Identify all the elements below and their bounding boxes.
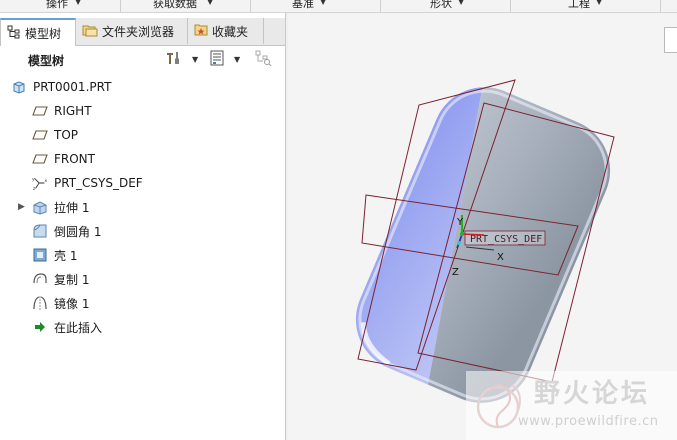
tree-item-label: 倒圆角 1 xyxy=(54,224,102,239)
csys-label: PRT_CSYS_DEF xyxy=(470,234,542,245)
chevron-down-icon: ▼ xyxy=(596,0,603,6)
model-tree-header: 模型树 ▼ ▼ xyxy=(0,46,285,72)
tree-item-mirror[interactable]: 镜像 1 xyxy=(0,291,285,315)
navigator-tabs: 模型树 文件夹浏览器 收藏夹 xyxy=(0,18,285,46)
axis-y-label: Y xyxy=(456,217,464,228)
chevron-down-icon[interactable]: ▼ xyxy=(234,55,240,64)
round-icon xyxy=(32,223,48,239)
copy-icon xyxy=(32,271,48,287)
tree-item-label: RIGHT xyxy=(54,104,92,118)
tree-item-label: 镜像 1 xyxy=(54,296,90,311)
tree-item-right[interactable]: RIGHT xyxy=(0,99,285,123)
chevron-down-icon: ▼ xyxy=(207,0,214,6)
tree-item-round[interactable]: 倒圆角 1 xyxy=(0,219,285,243)
tab-model-tree[interactable]: 模型树 xyxy=(0,18,76,46)
chevron-down-icon: ▼ xyxy=(320,0,327,6)
model-tree-icon xyxy=(7,25,21,42)
view-toolbar-toggle[interactable] xyxy=(664,27,677,53)
tab-favorites[interactable]: 收藏夹 xyxy=(188,18,264,44)
tree-item-extrude[interactable]: ▶ 拉伸 1 xyxy=(0,195,285,219)
ribbon-separator xyxy=(380,0,381,12)
tree-item-label: FRONT xyxy=(54,152,95,166)
ribbon-group-shapes[interactable]: 形状 xyxy=(430,0,452,11)
ribbon-separator xyxy=(510,0,511,12)
ribbon-group-strip: 操作 ▼ 获取数据 ▼ 基准 ▼ 形状 ▼ 工程 ▼ xyxy=(0,0,677,13)
expand-arrow-icon[interactable]: ▶ xyxy=(18,202,28,212)
tab-folder-browser-label: 文件夹浏览器 xyxy=(102,24,175,39)
tree-settings-icon xyxy=(165,50,183,69)
watermark-url: www.proewildfire.cn xyxy=(518,414,659,429)
tree-item-label: 壳 1 xyxy=(54,248,78,263)
tree-item-top[interactable]: TOP xyxy=(0,123,285,147)
tree-item-label: PRT0001.PRT xyxy=(33,80,112,94)
ribbon-separator xyxy=(120,0,121,12)
ribbon-separator xyxy=(660,0,661,12)
axis-x-label: X xyxy=(497,252,504,263)
graphics-window[interactable]: PRT_CSYS_DEF Y X Z 野火论坛 www.proewildfire… xyxy=(288,13,677,440)
model-tree-title: 模型树 xyxy=(28,54,65,68)
model-tree: PRT0001.PRT RIGHT TOP FRONT y x z PRT_CSYS… xyxy=(0,75,285,339)
axis-z-label: Z xyxy=(452,267,459,278)
tree-columns-icon xyxy=(209,50,225,69)
insert-here-arrow-icon xyxy=(32,319,48,335)
favorites-icon xyxy=(194,23,208,40)
chevron-down-icon: ▼ xyxy=(458,0,465,6)
datum-plane-icon xyxy=(32,103,48,119)
tree-filter-button[interactable] xyxy=(252,50,274,68)
ribbon-separator xyxy=(250,0,251,12)
ribbon-group-datum[interactable]: 基准 xyxy=(292,0,314,11)
tab-favorites-label: 收藏夹 xyxy=(212,24,249,39)
tree-item-label: 在此插入 xyxy=(54,320,103,335)
tree-item-label: TOP xyxy=(54,128,79,142)
ribbon-group-engineering[interactable]: 工程 xyxy=(568,0,590,11)
chevron-down-icon[interactable]: ▼ xyxy=(192,55,198,64)
svg-text:z: z xyxy=(33,187,36,191)
coordinate-system-icon: y x z xyxy=(32,175,48,191)
tree-item-shell[interactable]: 壳 1 xyxy=(0,243,285,267)
tree-item-csys[interactable]: y x z PRT_CSYS_DEF xyxy=(0,171,285,195)
shell-icon xyxy=(32,247,48,263)
ribbon-group-operations[interactable]: 操作 xyxy=(46,0,68,11)
watermark-title: 野火论坛 xyxy=(534,379,651,409)
tree-item-label: 复制 1 xyxy=(54,272,90,287)
tab-folder-browser[interactable]: 文件夹浏览器 xyxy=(76,18,188,44)
tree-filter-icon xyxy=(254,50,272,69)
tree-item-label: 拉伸 1 xyxy=(54,200,90,215)
folder-browser-icon xyxy=(82,23,98,40)
tree-item-front[interactable]: FRONT xyxy=(0,147,285,171)
tree-item-part[interactable]: PRT0001.PRT xyxy=(0,75,285,99)
ribbon-group-get-data[interactable]: 获取数据 xyxy=(153,0,197,11)
navigator-panel: 模型树 文件夹浏览器 收藏夹 模型树 ▼ ▼ PRT0001.PRT RIGHT… xyxy=(0,13,286,440)
mirror-icon xyxy=(32,295,48,311)
datum-plane-icon xyxy=(32,151,48,167)
tree-item-copy[interactable]: 复制 1 xyxy=(0,267,285,291)
watermark-logo xyxy=(476,384,521,429)
extrude-icon xyxy=(32,199,48,215)
datum-plane-icon xyxy=(32,127,48,143)
tree-settings-button[interactable] xyxy=(163,50,185,68)
svg-text:x: x xyxy=(44,179,47,184)
chevron-down-icon: ▼ xyxy=(75,0,82,6)
svg-text:y: y xyxy=(32,177,35,182)
tree-item-insert-here[interactable]: 在此插入 xyxy=(0,315,285,339)
tab-model-tree-label: 模型树 xyxy=(25,26,62,41)
tree-item-label: PRT_CSYS_DEF xyxy=(54,176,143,190)
tree-columns-button[interactable] xyxy=(206,50,228,68)
part-icon xyxy=(11,79,27,95)
